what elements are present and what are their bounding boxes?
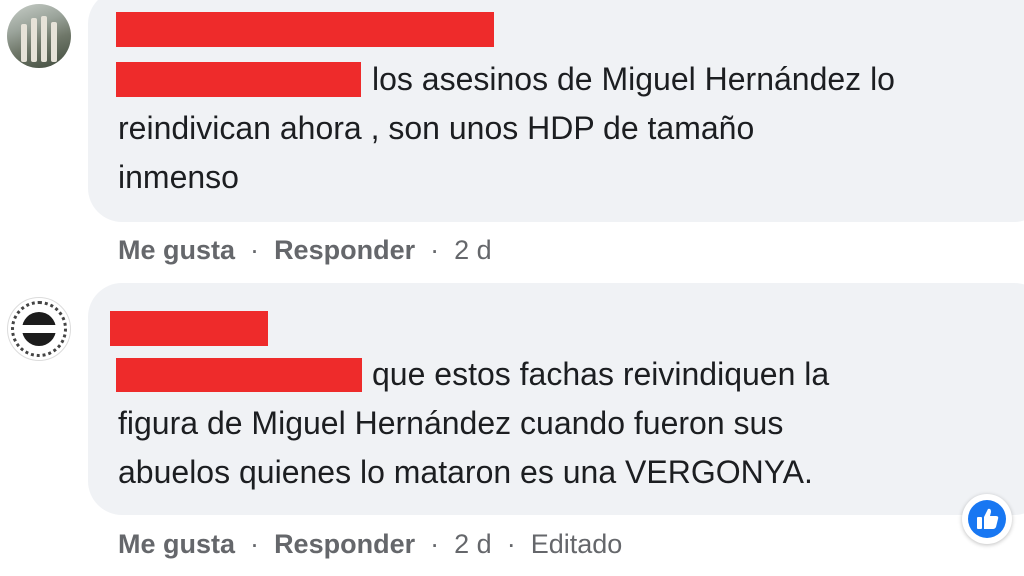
redacted-author-name[interactable] <box>110 311 268 346</box>
timestamp[interactable]: 2 d <box>454 235 492 265</box>
separator: · <box>499 529 524 559</box>
logo-band-shape <box>18 325 60 333</box>
redacted-mention[interactable] <box>116 358 362 392</box>
building-column-shape <box>51 22 57 62</box>
reaction-badge[interactable] <box>962 494 1012 544</box>
timestamp[interactable]: 2 d <box>454 529 492 559</box>
building-column-shape <box>21 24 27 62</box>
redacted-mention[interactable] <box>116 62 361 97</box>
edited-label[interactable]: Editado <box>531 529 623 559</box>
comment-text-line: abuelos quienes lo mataron es una VERGON… <box>118 454 813 490</box>
like-thumb-icon-svg <box>977 508 999 529</box>
like-link[interactable]: Me gusta <box>118 235 235 265</box>
separator: · <box>242 235 267 265</box>
comment-text-line: los asesinos de Miguel Hernández lo <box>372 61 895 97</box>
like-link[interactable]: Me gusta <box>118 529 235 559</box>
separator: · <box>242 529 267 559</box>
comment-text-line: reindivican ahora , son unos HDP de tama… <box>118 110 755 146</box>
comment-text-line: inmenso <box>118 159 239 195</box>
reply-link[interactable]: Responder <box>274 529 415 559</box>
avatar[interactable] <box>7 4 71 68</box>
comment-text-line: figura de Miguel Hernández cuando fueron… <box>118 405 784 441</box>
like-thumb-icon <box>968 500 1006 538</box>
separator: · <box>422 529 447 559</box>
reply-link[interactable]: Responder <box>274 235 415 265</box>
building-column-shape <box>31 18 37 62</box>
comment-actions: Me gusta · Responder · 2 d <box>118 234 492 266</box>
comment-actions: Me gusta · Responder · 2 d · Editado <box>118 528 622 560</box>
building-column-shape <box>41 16 47 62</box>
avatar[interactable] <box>7 297 71 361</box>
separator: · <box>422 235 447 265</box>
redacted-author-name[interactable] <box>116 12 494 47</box>
comment-thread: los asesinos de Miguel Hernández lo rein… <box>0 0 1024 576</box>
comment-text-line: que estos fachas reivindiquen la <box>372 356 830 392</box>
